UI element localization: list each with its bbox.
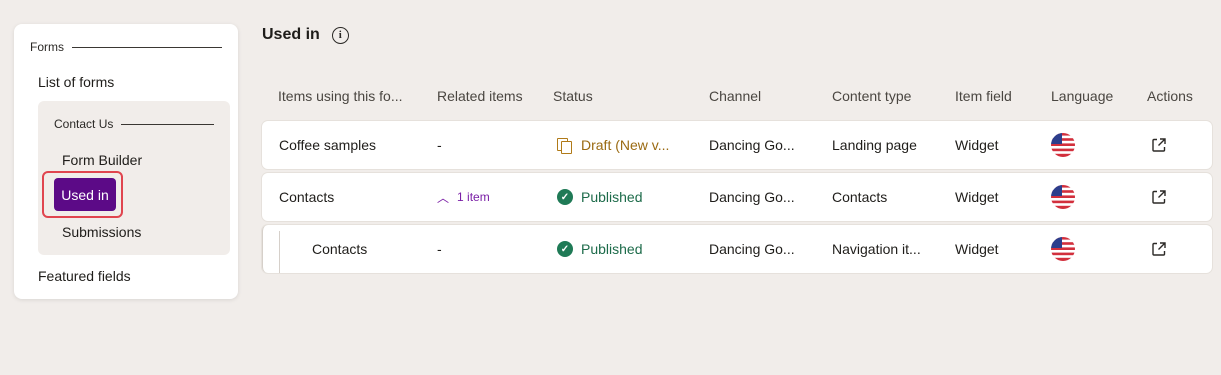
us-flag-icon bbox=[1051, 185, 1075, 209]
column-related-items[interactable]: Related items bbox=[437, 88, 523, 104]
content-type: Contacts bbox=[832, 189, 888, 205]
channel: Dancing Go... bbox=[709, 189, 795, 205]
language bbox=[1051, 173, 1075, 221]
page-title: Used in bbox=[262, 26, 320, 43]
featured-fields-link[interactable]: Featured fields bbox=[38, 268, 131, 284]
column-content-type[interactable]: Content type bbox=[832, 88, 911, 104]
content-type: Landing page bbox=[832, 137, 917, 153]
related-items: - bbox=[437, 137, 442, 153]
item-name[interactable]: Contacts bbox=[279, 173, 334, 221]
related-items: - bbox=[437, 241, 442, 257]
language bbox=[1051, 121, 1075, 169]
chevron-up-icon: ︿ bbox=[437, 190, 450, 205]
sidebar-item-used-in[interactable]: Used in bbox=[54, 178, 116, 211]
content-type: Navigation it... bbox=[832, 241, 921, 257]
table-row[interactable]: Coffee samples - Draft (New v... Dancing… bbox=[262, 121, 1212, 169]
status-label: Published bbox=[581, 189, 643, 205]
contact-us-header: Contact Us bbox=[54, 117, 214, 131]
column-language[interactable]: Language bbox=[1051, 88, 1113, 104]
column-item-field[interactable]: Item field bbox=[955, 88, 1012, 104]
status-label: Draft (New v... bbox=[581, 137, 670, 153]
column-items-using[interactable]: Items using this fo... bbox=[278, 88, 403, 104]
page-header: Used in i bbox=[262, 26, 349, 44]
table-row[interactable]: Contacts ︿ 1 item ✓ Published Dancing Go… bbox=[262, 173, 1212, 221]
list-of-forms-link[interactable]: List of forms bbox=[38, 74, 114, 90]
open-external-icon[interactable] bbox=[1151, 137, 1167, 153]
check-icon: ✓ bbox=[557, 189, 573, 205]
item-name[interactable]: Coffee samples bbox=[279, 121, 376, 169]
status-badge: ✓ Published bbox=[557, 173, 643, 221]
contact-us-group: Contact Us Form Builder Used in Submissi… bbox=[38, 101, 230, 255]
table-row-child[interactable]: Contacts - ✓ Published Dancing Go... Nav… bbox=[262, 225, 1212, 273]
us-flag-icon bbox=[1051, 237, 1075, 261]
draft-icon bbox=[557, 138, 572, 154]
forms-section-header: Forms bbox=[30, 40, 222, 54]
sidebar-item-submissions[interactable]: Submissions bbox=[62, 224, 141, 240]
item-field: Widget bbox=[955, 241, 999, 257]
divider bbox=[72, 46, 222, 48]
column-status[interactable]: Status bbox=[553, 88, 593, 104]
open-action[interactable] bbox=[1151, 225, 1167, 273]
table-header: Items using this fo... Related items Sta… bbox=[262, 88, 1212, 106]
related-items-count: 1 item bbox=[457, 190, 490, 204]
open-action[interactable] bbox=[1151, 173, 1167, 221]
column-actions: Actions bbox=[1147, 88, 1193, 104]
child-indent-bar bbox=[262, 225, 268, 273]
check-icon: ✓ bbox=[557, 241, 573, 257]
status-badge: Draft (New v... bbox=[557, 121, 669, 169]
column-channel[interactable]: Channel bbox=[709, 88, 761, 104]
divider bbox=[121, 123, 214, 125]
item-field: Widget bbox=[955, 189, 999, 205]
us-flag-icon bbox=[1051, 133, 1075, 157]
language bbox=[1051, 225, 1075, 273]
contact-us-label: Contact Us bbox=[54, 117, 114, 131]
sidebar-item-form-builder[interactable]: Form Builder bbox=[62, 152, 142, 168]
related-items-toggle[interactable]: ︿ 1 item bbox=[437, 173, 490, 221]
open-external-icon[interactable] bbox=[1151, 189, 1167, 205]
channel: Dancing Go... bbox=[709, 137, 795, 153]
status-badge: ✓ Published bbox=[557, 225, 643, 273]
forms-section-label: Forms bbox=[30, 40, 64, 54]
item-field: Widget bbox=[955, 137, 999, 153]
channel: Dancing Go... bbox=[709, 241, 795, 257]
open-external-icon[interactable] bbox=[1151, 241, 1167, 257]
forms-sidebar: Forms List of forms Contact Us Form Buil… bbox=[14, 24, 238, 299]
info-icon[interactable]: i bbox=[331, 26, 349, 44]
item-name[interactable]: Contacts bbox=[312, 225, 367, 273]
child-indent-line bbox=[279, 231, 280, 273]
status-label: Published bbox=[581, 241, 643, 257]
open-action[interactable] bbox=[1151, 121, 1167, 169]
